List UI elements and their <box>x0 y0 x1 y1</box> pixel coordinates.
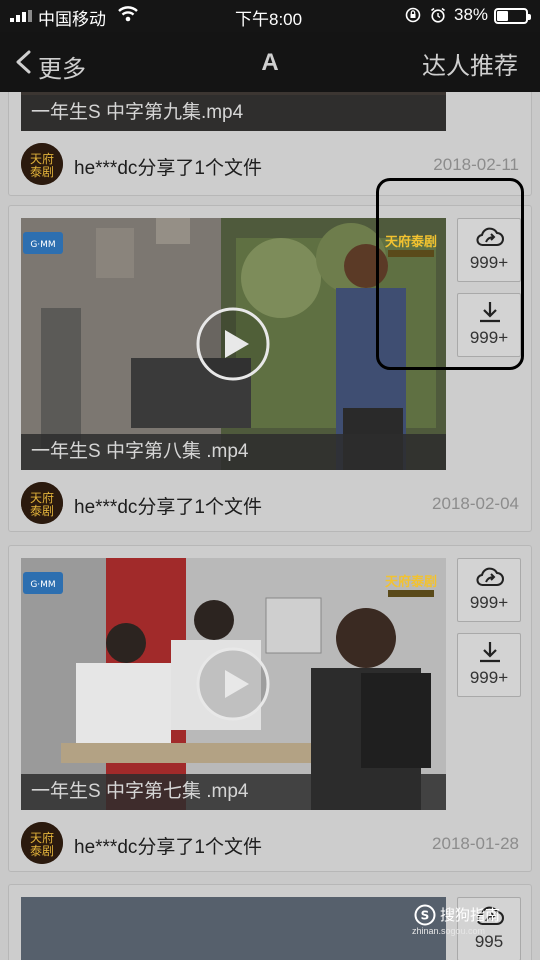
cloud-share-icon <box>476 567 504 586</box>
svg-text:泰剧: 泰剧 <box>30 504 54 518</box>
avatar[interactable]: 天府 泰剧 <box>21 482 63 524</box>
share-text: he***dc分享了1个文件 <box>74 497 262 518</box>
nav-bar: 更多 A 达人推荐 <box>0 32 540 92</box>
expert-recommend-button[interactable]: 达人推荐 <box>422 46 518 81</box>
video-thumbnail[interactable]: G·MM 天府泰剧 一年生S 中字第七集 .mp4 <box>21 558 446 810</box>
status-bar: 中国移动 下午8:00 38% <box>0 0 540 32</box>
svg-text:泰剧: 泰剧 <box>30 844 54 858</box>
svg-text:S: S <box>421 909 430 923</box>
gmm-logo: G·MM <box>23 572 63 594</box>
download-count: 999+ <box>469 668 509 687</box>
watermark-text: 搜狗指南 <box>440 907 501 924</box>
highlight-box <box>376 178 524 370</box>
avatar[interactable]: 天府 泰剧 <box>21 822 63 864</box>
svg-text:G·MM: G·MM <box>30 580 55 590</box>
orientation-lock-icon <box>405 7 421 23</box>
wifi-icon <box>118 6 138 22</box>
svg-text:天府: 天府 <box>30 151 54 166</box>
share-date: 2018-02-11 <box>433 155 519 174</box>
alarm-icon <box>431 7 445 23</box>
video-thumbnail[interactable]: 一年生S 中字第九集.mp4 <box>21 92 446 131</box>
share-date: 2018-02-04 <box>432 494 519 513</box>
carrier-label: 中国移动 <box>38 10 106 29</box>
video-caption: 一年生S 中字第八集 .mp4 <box>21 434 446 470</box>
watermark-url: zhinan.sogou.com <box>412 926 486 936</box>
share-text: he***dc分享了1个文件 <box>74 837 262 858</box>
battery-percent: 38% <box>454 5 489 24</box>
signal-icon <box>10 10 32 22</box>
battery-icon <box>494 8 531 24</box>
video-caption: 一年生S 中字第七集 .mp4 <box>21 774 446 810</box>
share-count: 999+ <box>469 593 509 612</box>
download-button[interactable]: 999+ <box>457 633 521 697</box>
download-icon <box>480 642 500 663</box>
feed-card: G·MM 天府泰剧 一年生S 中字第七集 .mp4 999+ 999+ 天府 泰… <box>8 545 532 872</box>
video-thumbnail[interactable] <box>21 897 446 960</box>
sogou-logo-icon: S <box>414 904 436 926</box>
watermark: S 搜狗指南 zhinan.sogou.com <box>410 902 540 942</box>
video-caption: 一年生S 中字第九集.mp4 <box>21 95 446 131</box>
gmm-logo: G·MM <box>23 232 63 254</box>
play-icon[interactable] <box>196 647 270 721</box>
status-time: 下午8:00 <box>235 10 303 29</box>
svg-text:天府: 天府 <box>30 490 54 505</box>
svg-text:天府: 天府 <box>30 830 54 845</box>
svg-text:G·MM: G·MM <box>30 240 55 250</box>
play-icon[interactable] <box>196 307 270 381</box>
svg-text:泰剧: 泰剧 <box>30 165 54 179</box>
share-date: 2018-01-28 <box>432 834 519 853</box>
share-text: he***dc分享了1个文件 <box>74 158 262 179</box>
channel-logo: 天府泰剧 <box>380 570 442 600</box>
share-button[interactable]: 999+ <box>457 558 521 622</box>
avatar[interactable]: 天府 泰剧 <box>21 143 63 185</box>
svg-text:天府泰剧: 天府泰剧 <box>385 574 437 590</box>
